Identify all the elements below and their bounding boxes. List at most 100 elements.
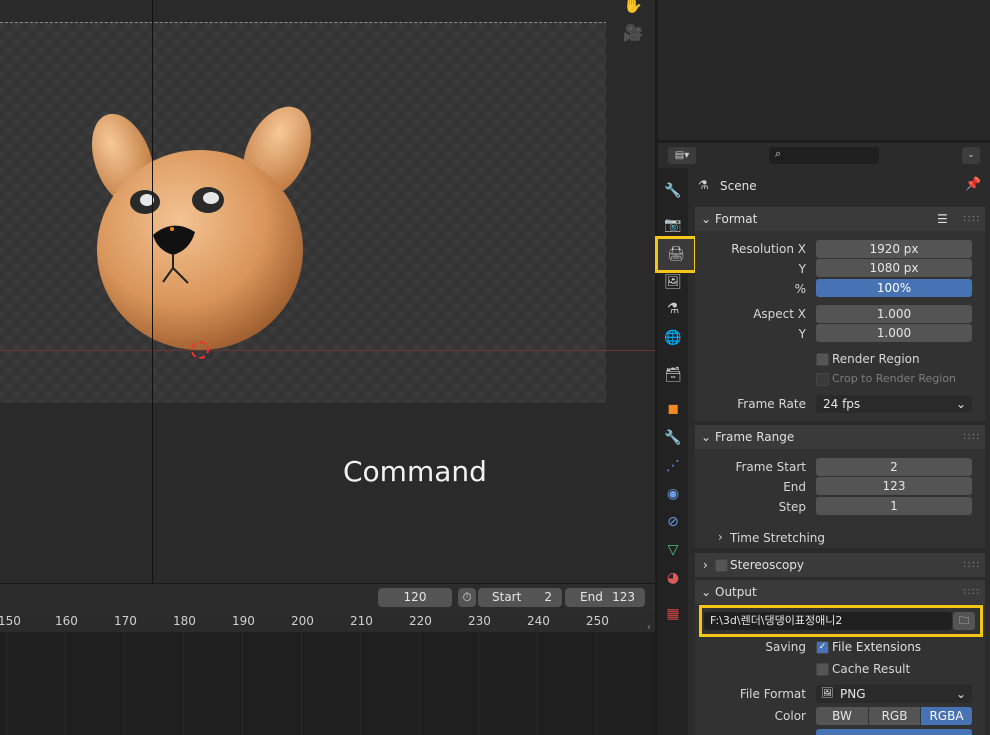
scene-context-icon: ⚗	[698, 178, 709, 192]
render-region-checkbox[interactable]	[816, 353, 829, 366]
file-format-dropdown[interactable]: 🖼 PNG ⌄	[816, 685, 972, 703]
timeline-gridline	[242, 632, 243, 735]
render-tab-icon[interactable]: 📷	[662, 214, 684, 236]
format-panel-header[interactable]: ⌄ Format ☰ ::::	[695, 207, 985, 231]
timeline-gridline	[360, 632, 361, 735]
resolution-x-field[interactable]: 1920 px	[816, 240, 972, 258]
panel-title: Frame Range	[715, 430, 795, 444]
object-tab-icon[interactable]: ◼	[662, 398, 684, 420]
3d-viewport[interactable]: ✋ 🎥 Command	[0, 0, 655, 583]
panel-title: Output	[715, 585, 757, 599]
tool-tab-icon[interactable]: 🔧	[662, 180, 684, 202]
output-path-input[interactable]: F:\3d\렌더\댕댕이표정애니2	[704, 612, 952, 630]
color-rgba-button[interactable]: RGBA	[921, 707, 972, 725]
timeline-gridline	[478, 632, 479, 735]
view-layer-tab-icon[interactable]: 🖼	[662, 271, 684, 293]
timeline-start-field[interactable]: Start 2	[478, 588, 562, 607]
command-overlay-text: Command	[343, 455, 487, 488]
output-panel-header[interactable]: ⌄ Output ::::	[695, 580, 985, 604]
timeline-body[interactable]	[0, 632, 655, 735]
3d-cursor[interactable]	[191, 341, 209, 359]
timeline-gridline	[183, 632, 184, 735]
camera-view-icon[interactable]: 🎥	[622, 22, 644, 44]
image-icon: 🖼	[821, 688, 834, 699]
end-value: 123	[612, 590, 635, 604]
resolution-percent-slider[interactable]: 100%	[816, 279, 972, 297]
chevron-down-icon: ⌄	[955, 397, 966, 411]
chevron-down-icon: ⌄	[955, 687, 966, 701]
crop-region-label: Crop to Render Region	[832, 372, 957, 385]
aspect-x-label: Aspect X	[753, 307, 806, 321]
timeline-gridline	[596, 632, 597, 735]
texture-tab-icon[interactable]: ▦	[662, 603, 684, 625]
time-stretching-subpanel[interactable]: Time Stretching	[730, 531, 825, 545]
hand-pan-icon[interactable]: ✋	[622, 0, 644, 16]
chevron-right-icon[interactable]: ›	[718, 530, 723, 544]
frame-end-label: End	[783, 480, 806, 494]
color-rgb-button[interactable]: RGB	[869, 707, 920, 725]
end-label: End	[580, 590, 603, 604]
drag-handle-icon[interactable]: ::::	[963, 580, 980, 604]
drag-handle-icon[interactable]: ::::	[963, 207, 980, 231]
stopwatch-icon[interactable]: ⏱	[458, 588, 476, 607]
aspect-x-field[interactable]: 1.000	[816, 305, 972, 323]
material-tab-icon[interactable]: ◕	[662, 567, 684, 589]
timeline-gridline	[419, 632, 420, 735]
resolution-percent-label: %	[794, 282, 806, 296]
frame-end-field[interactable]: 123	[816, 477, 972, 495]
drag-handle-icon[interactable]: ::::	[963, 425, 980, 449]
collection-tab-icon[interactable]: 🗃	[662, 364, 684, 386]
frame-range-panel-header[interactable]: ⌄ Frame Range ::::	[695, 425, 985, 449]
world-tab-icon[interactable]: 🌐	[662, 327, 684, 349]
stereoscopy-panel-header[interactable]: › Stereoscopy ::::	[695, 553, 985, 577]
file-format-value: PNG	[840, 687, 866, 701]
file-extensions-checkbox[interactable]: ✓	[816, 641, 829, 654]
frame-rate-value: 24 fps	[823, 397, 861, 411]
frame-rate-dropdown[interactable]: 24 fps ⌄	[816, 395, 972, 413]
context-title: Scene	[720, 179, 757, 193]
timeline-gridline	[6, 632, 7, 735]
timeline-ruler[interactable]: 150 160 170 180 190 200 210 220 230 240 …	[0, 610, 655, 632]
outliner-panel[interactable]	[658, 0, 990, 140]
current-frame-field[interactable]: 120	[378, 588, 452, 607]
frame-tick: 190	[232, 614, 255, 628]
physics-tab-icon[interactable]: ◉	[662, 483, 684, 505]
frame-tick: 210	[350, 614, 373, 628]
folder-browse-icon[interactable]: 🗀	[953, 612, 975, 630]
particles-tab-icon[interactable]: ⋰	[662, 455, 684, 477]
bear-head-model[interactable]	[85, 100, 325, 360]
aspect-y-field[interactable]: 1.000	[816, 324, 972, 342]
timeline-header: 120 ⏱ Start 2 End 123	[0, 583, 655, 611]
timeline-end-field[interactable]: End 123	[565, 588, 645, 607]
drag-handle-icon[interactable]: ::::	[963, 553, 980, 577]
collapse-arrow-icon[interactable]: ‹	[647, 622, 651, 633]
resolution-y-label: Y	[798, 262, 806, 276]
color-depth-row-partial	[816, 729, 972, 735]
chevron-down-icon[interactable]: ⌄	[962, 147, 980, 164]
frame-start-label: Frame Start	[735, 460, 806, 474]
cache-result-checkbox[interactable]	[816, 663, 829, 676]
frame-tick: 160	[55, 614, 78, 628]
panel-title: Format	[715, 212, 758, 226]
timeline-gridline	[65, 632, 66, 735]
camera-guide-line	[152, 0, 153, 583]
frame-step-field[interactable]: 1	[816, 497, 972, 515]
constraints-tab-icon[interactable]: ⊘	[662, 511, 684, 533]
properties-header: ▤▾ ⌕ ⌄	[658, 143, 990, 168]
pin-icon[interactable]: 📌	[965, 177, 981, 192]
viewport-passepartout-right	[606, 22, 655, 403]
output-tab-icon[interactable]: 🖨	[655, 236, 697, 273]
data-tab-icon[interactable]: ▽	[662, 539, 684, 561]
frame-tick: 250	[586, 614, 609, 628]
editor-type-dropdown[interactable]: ▤▾	[668, 147, 696, 164]
stereoscopy-checkbox[interactable]	[715, 559, 728, 572]
resolution-y-field[interactable]: 1080 px	[816, 259, 972, 277]
chevron-down-icon: ⌄	[701, 585, 712, 599]
search-input[interactable]: ⌕	[769, 147, 879, 164]
presets-list-icon[interactable]: ☰	[937, 207, 948, 231]
color-bw-button[interactable]: BW	[816, 707, 868, 725]
frame-start-field[interactable]: 2	[816, 458, 972, 476]
scene-tab-icon[interactable]: ⚗	[662, 298, 684, 320]
modifier-tab-icon[interactable]: 🔧	[662, 427, 684, 449]
crop-region-checkbox[interactable]	[816, 373, 829, 386]
